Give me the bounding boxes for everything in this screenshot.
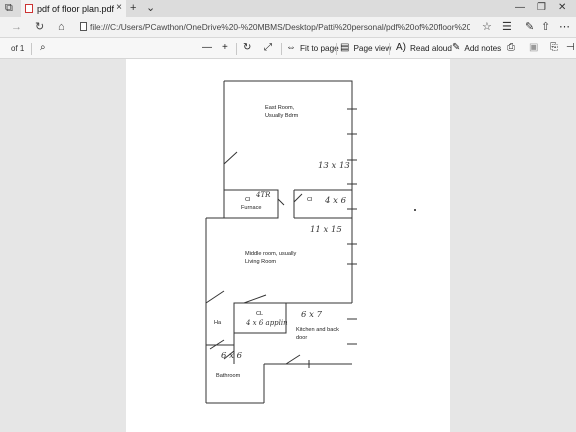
tab-strip: ⧉ pdf of floor plan.pdf × + ⌄ — ❐ ✕ — [0, 0, 576, 17]
room-label-kitchen-2: door — [296, 335, 308, 341]
door-swing — [277, 198, 285, 206]
room-label-cl-furnace-1: Cl — [245, 197, 251, 203]
room-label-east-1: East Room, — [265, 105, 295, 111]
room-label-cl-small: CL — [256, 311, 264, 317]
pdf-page: East Room, Usually Bdrm Cl Furnace Cl Mi… — [126, 59, 450, 432]
dimension-east-room: 13 x 13 — [318, 161, 350, 171]
plus-icon: + — [222, 42, 228, 53]
fit-to-page-button[interactable]: ⇔ Fit to page — [286, 41, 339, 55]
pdf-file-icon — [25, 4, 33, 13]
home-icon[interactable]: ⌂ — [58, 20, 65, 34]
minus-icon: — — [202, 42, 212, 53]
stray-mark — [414, 209, 416, 211]
dimension-furnace-note: 4TR — [256, 191, 271, 199]
room-label-east-2: Usually Bdrm — [265, 113, 299, 119]
room-label-kitchen-1: Kitchen and back — [296, 327, 339, 333]
pen-icon: ✎ — [452, 42, 461, 53]
toolbar-divider — [336, 43, 337, 55]
room-label-bathroom: Bathroom — [216, 373, 241, 379]
save-as-button[interactable]: ⎘ — [550, 41, 562, 55]
read-aloud-label: Read aloud — [410, 43, 452, 53]
more-icon[interactable]: ⋯ — [559, 20, 570, 34]
pen-icon[interactable]: ✎ — [525, 20, 534, 34]
toolbar-divider — [281, 43, 282, 55]
page-count: of 1 — [11, 44, 25, 53]
find-button[interactable]: ⌕ — [40, 41, 50, 55]
maximize-icon[interactable]: ❐ — [537, 1, 546, 15]
tab-close-icon[interactable]: × — [116, 2, 122, 13]
zoom-out-button[interactable]: — — [202, 41, 216, 55]
door-swing — [243, 294, 267, 304]
toolbar-divider — [389, 43, 390, 55]
toolbar-divider — [31, 43, 32, 55]
add-notes-label: Add notes — [464, 43, 502, 53]
read-aloud-icon: A) — [396, 42, 406, 53]
dimension-bathroom: 6 x 6 — [221, 351, 243, 361]
search-icon: ⌕ — [40, 42, 46, 53]
file-info-icon[interactable] — [80, 22, 87, 31]
page-view-label: Page view — [353, 43, 392, 53]
pin-icon: ⊣ — [566, 42, 575, 53]
read-aloud-button[interactable]: A) Read aloud — [396, 41, 452, 55]
tab-menu-icon[interactable]: ⌄ — [146, 1, 155, 15]
toolbar-divider — [236, 43, 237, 55]
room-label-middle-1: Middle room, usually — [245, 251, 297, 257]
save-as-icon: ⎘ — [550, 42, 558, 53]
print-button[interactable]: ⎙ — [507, 41, 519, 55]
refresh-icon[interactable]: ↻ — [35, 20, 44, 34]
save-icon: ▣ — [529, 42, 539, 53]
door-swing — [205, 290, 225, 304]
dimension-small-closet: 4 x 6 applin — [246, 319, 288, 327]
door-swing — [223, 151, 238, 165]
new-tab-button[interactable]: + — [130, 1, 136, 15]
tab-actions-icon[interactable]: ⧉ — [5, 1, 13, 15]
tab-pdf-floor-plan[interactable]: pdf of floor plan.pdf × — [21, 0, 126, 17]
dimension-middle-room: 11 x 15 — [310, 225, 342, 235]
rotate-button[interactable]: ↻ — [243, 41, 255, 55]
favorite-star-icon[interactable]: ☆ — [482, 20, 492, 34]
close-window-icon[interactable]: ✕ — [558, 1, 566, 15]
page-view-icon: ▤ — [340, 42, 350, 53]
save-button[interactable]: ▣ — [529, 41, 542, 55]
back-icon[interactable]: → — [11, 20, 22, 34]
url-field[interactable]: file:///C:/Users/PCawthon/OneDrive%20-%2… — [90, 22, 470, 32]
print-icon: ⎙ — [507, 42, 515, 53]
add-notes-button[interactable]: ✎ Add notes — [452, 41, 501, 55]
dimension-closet: 4 x 6 — [325, 196, 347, 206]
tab-title: pdf of floor plan.pdf — [37, 3, 115, 14]
zoom-in-button[interactable]: + — [222, 41, 232, 55]
room-label-middle-2: Living Room — [245, 259, 277, 265]
rotate-icon: ↻ — [243, 42, 252, 53]
document-area[interactable]: East Room, Usually Bdrm Cl Furnace Cl Mi… — [0, 59, 576, 432]
pin-toolbar-button[interactable]: ⊣ — [566, 41, 576, 55]
page-view-button[interactable]: ▤ Page view — [340, 41, 391, 55]
dimension-kitchen: 6 x 7 — [301, 310, 323, 320]
share-icon[interactable]: ⇧ — [541, 20, 550, 34]
door-swing — [293, 193, 303, 203]
door-swing — [285, 354, 301, 365]
room-label-hall: Ha — [214, 320, 222, 326]
expand-icon: ⤢ — [264, 42, 272, 53]
fullscreen-button[interactable]: ⤢ — [264, 41, 276, 55]
favorites-list-icon[interactable]: ☰ — [502, 20, 512, 34]
pdf-toolbar: of 1 ⌕ — + ↻ ⤢ ⇔ Fit to page ▤ Page view A… — [0, 38, 576, 59]
address-bar: → ↻ ⌂ file:///C:/Users/PCawthon/OneDrive… — [0, 17, 576, 38]
minimize-icon[interactable]: — — [515, 1, 525, 15]
room-label-cl-right: Cl — [307, 197, 313, 203]
fit-page-icon: ⇔ — [286, 42, 296, 53]
room-label-cl-furnace-2: Furnace — [241, 205, 262, 211]
small-closet-walls — [233, 302, 287, 334]
fit-to-page-label: Fit to page — [300, 43, 339, 53]
